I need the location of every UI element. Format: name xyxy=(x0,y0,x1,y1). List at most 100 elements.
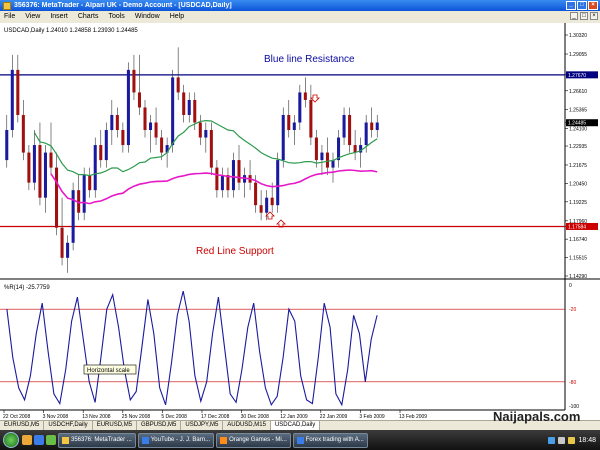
candle-body xyxy=(10,69,14,131)
candle-body xyxy=(126,69,130,146)
candle-body xyxy=(292,122,296,131)
support-price-label: 1.17584 xyxy=(568,224,586,230)
candle-body xyxy=(82,175,86,213)
osc-tick-label: 0 xyxy=(569,283,572,289)
menu-view[interactable]: View xyxy=(25,13,40,20)
menu-charts[interactable]: Charts xyxy=(78,13,99,20)
resistance-price-label: 1.27670 xyxy=(568,73,586,79)
price-tick-label: 1.30320 xyxy=(569,33,587,39)
candle-body xyxy=(66,242,70,258)
tab-eurusd-m5[interactable]: EURUSD,M5 xyxy=(0,421,45,430)
candle-body xyxy=(314,137,318,161)
tab-gbpusd-m5[interactable]: GBPUSD,M5 xyxy=(137,421,182,430)
candle-body xyxy=(226,175,230,191)
volume-icon[interactable] xyxy=(558,436,566,444)
menu-tools[interactable]: Tools xyxy=(108,13,124,20)
candle-body xyxy=(204,130,208,138)
candle-body xyxy=(370,122,374,131)
tab-usdchf-daily[interactable]: USDCHF,Daily xyxy=(44,421,93,430)
candle-body xyxy=(298,92,302,123)
resistance-annotation: Blue line Resistance xyxy=(264,54,355,65)
candle-body xyxy=(154,122,158,138)
metatrader-icon xyxy=(62,436,69,444)
watermark: Naijapals.com xyxy=(493,409,581,424)
candle-body xyxy=(353,145,357,153)
network-icon[interactable] xyxy=(548,436,556,444)
candle-body xyxy=(143,107,147,131)
price-tick-label: 1.21675 xyxy=(569,163,587,169)
candle-body xyxy=(182,92,186,115)
candle-body xyxy=(237,160,241,183)
tab-eurusd-m5-2[interactable]: EURUSD,M5 xyxy=(93,421,138,430)
menu-file[interactable]: File xyxy=(4,13,15,20)
price-chart[interactable]: USDCAD,Daily 1.24010 1.24858 1.23930 1.2… xyxy=(0,23,600,420)
close-button[interactable]: × xyxy=(588,1,598,10)
candle-body xyxy=(99,145,103,161)
price-tick-label: 1.25365 xyxy=(569,107,587,113)
menu-window[interactable]: Window xyxy=(135,13,160,20)
candle-body xyxy=(276,160,280,206)
tab-usdcad-daily[interactable]: USDCAD,Daily xyxy=(270,421,321,430)
menu-help[interactable]: Help xyxy=(170,13,184,20)
system-tray: 18:48 xyxy=(548,436,600,444)
candle-body xyxy=(171,77,175,146)
candle-body xyxy=(287,114,291,131)
candle-body xyxy=(254,182,258,206)
candle-body xyxy=(132,69,136,93)
candle-body xyxy=(104,130,108,161)
candle-body xyxy=(88,175,92,191)
candle-body xyxy=(231,160,235,191)
window-title: 356376: MetaTrader - Alpari UK - Demo Ac… xyxy=(14,2,232,9)
candle-body xyxy=(49,152,53,168)
task-metatrader[interactable]: 356376: MetaTrader ... xyxy=(58,432,136,448)
candle-body xyxy=(110,114,114,131)
candle-body xyxy=(309,99,313,138)
osc-tick-label: -20 xyxy=(569,307,576,313)
oscillator-header: %R(14) -25.7759 xyxy=(4,285,50,291)
child-minimize-button[interactable]: _ xyxy=(570,12,578,20)
candle-body xyxy=(303,92,307,100)
horizontal-scale-tooltip: Horizontal scale xyxy=(83,364,137,375)
candle-body xyxy=(193,99,197,123)
candle-body xyxy=(325,152,329,168)
browser-icon xyxy=(296,436,304,444)
candle-body xyxy=(55,167,59,228)
candle-body xyxy=(71,190,75,243)
chart-window[interactable]: USDCAD,Daily 1.24010 1.24858 1.23930 1.2… xyxy=(0,23,600,420)
candle-body xyxy=(176,77,180,93)
task-youtube[interactable]: YouTube - J. J. Barn... xyxy=(137,432,215,448)
start-button[interactable] xyxy=(3,432,19,448)
child-close-button[interactable]: × xyxy=(590,12,598,20)
candle-body xyxy=(259,205,263,213)
candle-body xyxy=(60,227,64,258)
tab-audusd-m15[interactable]: AUDUSD,M15 xyxy=(223,421,271,430)
notification-icon[interactable] xyxy=(568,436,576,444)
price-tick-label: 1.24100 xyxy=(569,127,587,133)
price-tick-label: 1.14290 xyxy=(569,274,587,280)
candle-body xyxy=(198,122,202,138)
osc-tick-label: -80 xyxy=(569,380,576,386)
candle-body xyxy=(209,130,213,168)
browser-icon xyxy=(141,436,149,444)
candle-body xyxy=(16,69,20,115)
maximize-button[interactable]: □ xyxy=(577,1,587,10)
child-restore-button[interactable]: □ xyxy=(580,12,588,20)
candle-body xyxy=(160,137,164,153)
task-orange-games[interactable]: Orange Games - Mi... xyxy=(216,432,291,448)
minimize-button[interactable]: _ xyxy=(566,1,576,10)
task-forex-trading[interactable]: Forex trading with A... xyxy=(292,432,368,448)
candle-body xyxy=(121,130,125,146)
menu-insert[interactable]: Insert xyxy=(50,13,68,20)
tab-usdjpy-m5[interactable]: USDJPY,M5 xyxy=(181,421,224,430)
support-annotation: Red Line Support xyxy=(196,246,274,257)
candle-body xyxy=(93,145,97,191)
quicklaunch-folder-icon[interactable] xyxy=(22,435,32,445)
clock[interactable]: 18:48 xyxy=(578,437,596,444)
candle-body xyxy=(281,114,285,161)
price-tick-label: 1.26610 xyxy=(569,89,587,95)
quicklaunch-media-icon[interactable] xyxy=(46,435,56,445)
candle-body xyxy=(21,114,25,153)
quicklaunch-browser-icon[interactable] xyxy=(34,435,44,445)
candle-body xyxy=(32,145,36,183)
tooltip-text: Horizontal scale xyxy=(87,368,130,374)
